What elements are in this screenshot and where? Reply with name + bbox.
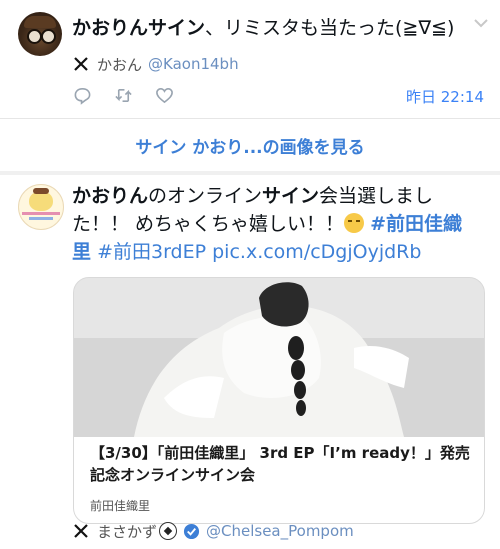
author-name[interactable]: かおん (97, 54, 142, 75)
tweet-text: かおりんのオンラインサイン会当選しました！！ めちゃくちゃ嬉しい！！ #前田佳織… (72, 185, 463, 263)
tweet-actions (73, 84, 174, 106)
tweet-time: 昨日 22:14 (406, 88, 484, 106)
author-row: かおん @Kaon14bh (73, 53, 239, 75)
chevron-down-icon[interactable] (470, 12, 492, 34)
tweet-1: かおりんサイン、リミスタも当たった(≧∇≦) かおん @Kaon14bh 昨日 … (0, 0, 500, 118)
author-handle[interactable]: @Chelsea_Pompom (206, 522, 354, 540)
media-link[interactable]: pic.x.com/cDgjOyjdRb (212, 241, 421, 263)
author-name[interactable]: まさかず (97, 521, 157, 542)
tweet-text: かおりんサイン、リミスタも当たった(≧∇≦) (72, 17, 455, 39)
verified-icon (183, 523, 200, 539)
link-card[interactable]: 【3/30】「前田佳織里」 3rd EP「I’m ready！」発売記念オンライ… (73, 277, 485, 524)
hashtag[interactable]: #前田3rdEP (97, 241, 206, 263)
card-source: 前田佳織里 (90, 499, 151, 513)
crying-face-emoji (344, 213, 365, 233)
x-logo-icon (74, 57, 88, 71)
author-row: まさかず @Chelsea_Pompom (73, 519, 354, 543)
soccer-ball-emoji (159, 522, 178, 540)
author-handle[interactable]: @Kaon14bh (148, 55, 239, 73)
card-image (74, 278, 484, 437)
x-logo-icon (74, 524, 88, 538)
reply-icon[interactable] (73, 86, 92, 105)
retweet-icon[interactable] (114, 86, 133, 105)
see-images-link[interactable]: サイン かおり...の画像を見る (0, 119, 500, 171)
avatar[interactable] (18, 12, 62, 56)
section-divider (0, 171, 500, 175)
card-title: 【3/30】「前田佳織里」 3rd EP「I’m ready！」発売記念オンライ… (90, 444, 470, 484)
avatar[interactable] (18, 184, 64, 230)
like-icon[interactable] (155, 86, 174, 105)
